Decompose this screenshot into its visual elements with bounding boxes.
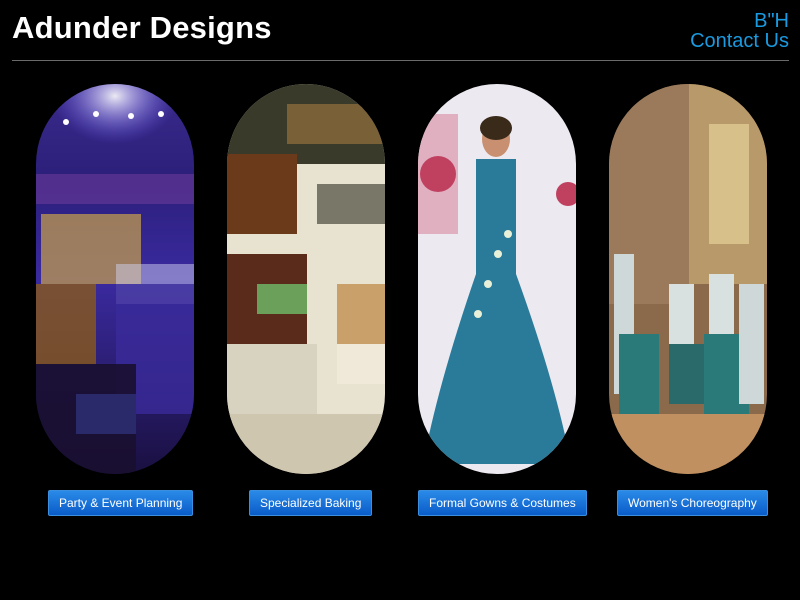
card-specialized-baking[interactable] [227,84,387,474]
blue-gown-photo[interactable] [418,84,576,474]
site-title: Adunder Designs [12,10,272,45]
dance-stage-photo[interactable] [609,84,767,474]
site-header: Adunder Designs B"H Contact Us [12,0,789,61]
card-party-event-planning[interactable] [36,84,196,474]
womens-choreography-button[interactable]: Women's Choreography [617,490,768,516]
header-links: B"H Contact Us [690,11,789,51]
contact-us-link[interactable]: Contact Us [690,31,789,51]
banquet-hall-photo[interactable] [36,84,194,474]
party-event-planning-button[interactable]: Party & Event Planning [48,490,194,516]
card-formal-gowns-costumes[interactable] [418,84,578,474]
bh-label: B"H [754,10,789,32]
specialized-baking-button[interactable]: Specialized Baking [249,490,373,516]
pastry-display-photo[interactable] [227,84,385,474]
card-womens-choreography[interactable] [609,84,769,474]
page: Adunder Designs B"H Contact Us Party & E… [0,0,800,600]
formal-gowns-costumes-button[interactable]: Formal Gowns & Costumes [418,490,587,516]
